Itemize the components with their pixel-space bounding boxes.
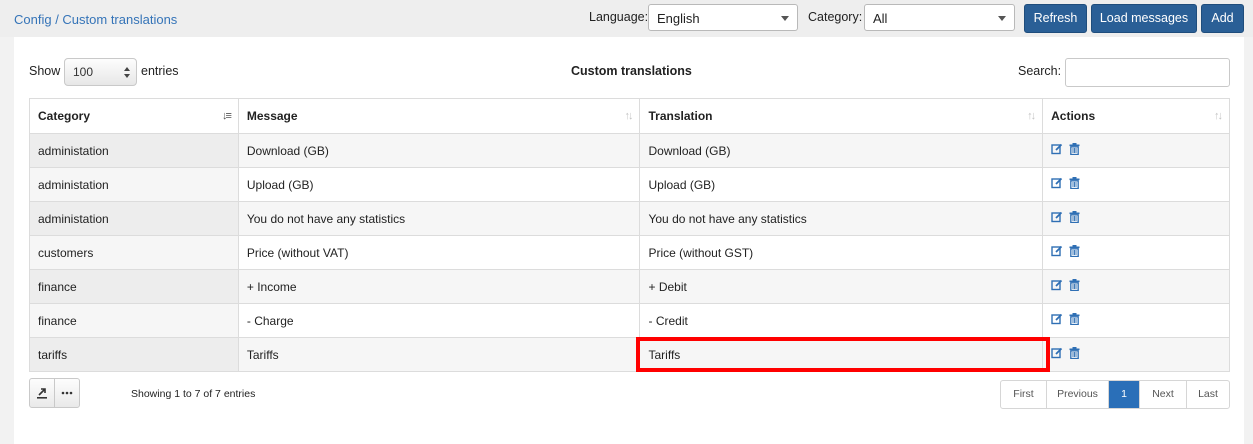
edit-icon[interactable]	[1051, 347, 1063, 362]
cell-category: administation	[29, 201, 239, 236]
language-select[interactable]: English	[648, 4, 798, 31]
page-length-select[interactable]: 100	[64, 58, 137, 86]
column-header-actions[interactable]: Actions ↑↓	[1042, 98, 1230, 134]
cell-category: administation	[29, 167, 239, 202]
page-first-button[interactable]: First	[1001, 381, 1046, 408]
more-button[interactable]	[54, 379, 79, 407]
trash-icon[interactable]	[1069, 245, 1080, 260]
page-1-button[interactable]: 1	[1108, 381, 1139, 408]
table-row: customers Price (without VAT) Price (witho…	[29, 235, 1230, 270]
chevron-down-icon	[998, 16, 1006, 21]
more-icon	[61, 391, 73, 395]
cell-category: administation	[29, 133, 239, 168]
page-previous-button[interactable]: Previous	[1046, 381, 1108, 408]
edit-icon[interactable]	[1051, 177, 1063, 192]
table-row: finance - Charge - Credit	[29, 303, 1230, 338]
table-title: Custom translations	[571, 64, 692, 78]
translations-panel: Show 100 entries Custom translations Sea…	[14, 37, 1244, 444]
cell-category: tariffs	[29, 337, 239, 372]
table-info: Showing 1 to 7 of 7 entries	[131, 388, 256, 400]
column-header-category[interactable]: Category ↓≡	[29, 98, 239, 134]
cell-category: finance	[29, 269, 239, 304]
edit-icon[interactable]	[1051, 245, 1063, 260]
category-select-value: All	[873, 11, 888, 26]
cell-category: finance	[29, 303, 239, 338]
chevron-down-icon	[781, 16, 789, 21]
sort-icon: ↑↓	[624, 110, 633, 122]
table-row: administation Upload (GB) Upload (GB)	[29, 167, 1230, 202]
cell-message: Download (GB)	[237, 133, 641, 168]
table-tools	[29, 378, 80, 408]
trash-icon[interactable]	[1069, 313, 1080, 328]
trash-icon[interactable]	[1069, 143, 1080, 158]
column-header-label: Message	[246, 109, 298, 123]
cell-actions	[1042, 167, 1230, 202]
table-row: administation You do not have any statist…	[29, 201, 1230, 236]
cell-message: - Charge	[237, 303, 641, 338]
trash-icon[interactable]	[1069, 347, 1080, 362]
cell-actions	[1042, 337, 1230, 372]
top-bar: Config / Custom translations Language: E…	[0, 0, 1253, 37]
export-icon	[37, 388, 48, 399]
edit-icon[interactable]	[1051, 279, 1063, 294]
cell-actions	[1042, 133, 1230, 168]
search-input[interactable]	[1065, 58, 1230, 87]
column-header-label: Translation	[648, 109, 713, 123]
page-length-value: 100	[73, 65, 94, 79]
table-header-row: Category ↓≡ Message ↑↓ Translation ↑↓ Ac…	[29, 98, 1230, 134]
cell-translation[interactable]: + Debit	[639, 269, 1044, 304]
cell-category: customers	[29, 235, 239, 270]
trash-icon[interactable]	[1069, 211, 1080, 226]
trash-icon[interactable]	[1069, 279, 1080, 294]
pagination: First Previous 1 Next Last	[1000, 380, 1230, 409]
translations-table: Category ↓≡ Message ↑↓ Translation ↑↓ Ac…	[29, 98, 1230, 372]
trash-icon[interactable]	[1069, 177, 1080, 192]
cell-actions	[1042, 201, 1230, 236]
entries-label: entries	[141, 64, 179, 78]
cell-translation[interactable]: Download (GB)	[639, 133, 1044, 168]
cell-translation[interactable]: Upload (GB)	[639, 167, 1044, 202]
category-label: Category:	[808, 10, 863, 24]
edit-icon[interactable]	[1051, 313, 1063, 328]
column-header-translation[interactable]: Translation ↑↓	[639, 98, 1044, 134]
cell-actions	[1042, 235, 1230, 270]
table-row: administation Download (GB) Download (GB)	[29, 133, 1230, 168]
page-last-button[interactable]: Last	[1186, 381, 1229, 408]
spin-down-icon	[124, 74, 130, 78]
breadcrumb[interactable]: Config / Custom translations	[14, 12, 177, 27]
search-label: Search:	[1018, 64, 1062, 78]
cell-message: Upload (GB)	[237, 167, 641, 202]
refresh-button[interactable]: Refresh	[1024, 4, 1087, 33]
show-label: Show	[29, 64, 61, 78]
column-header-message[interactable]: Message ↑↓	[237, 98, 641, 134]
spin-up-icon	[124, 67, 130, 71]
cell-message: You do not have any statistics	[237, 201, 641, 236]
add-button[interactable]: Add	[1201, 4, 1244, 33]
cell-actions	[1042, 269, 1230, 304]
cell-message: + Income	[237, 269, 641, 304]
edit-icon[interactable]	[1051, 211, 1063, 226]
language-label: Language:	[589, 10, 649, 24]
load-messages-button[interactable]: Load messages	[1091, 4, 1197, 33]
category-select[interactable]: All	[864, 4, 1015, 31]
export-button[interactable]	[30, 379, 54, 407]
table-body: administation Download (GB) Download (GB) a…	[29, 133, 1230, 372]
cell-message: Price (without VAT)	[237, 235, 641, 270]
sort-ascending-icon: ↓≡	[221, 110, 232, 122]
page-next-button[interactable]: Next	[1139, 381, 1186, 408]
edit-icon[interactable]	[1051, 143, 1063, 158]
column-header-label: Actions	[1051, 109, 1096, 123]
sort-icon: ↑↓	[1214, 110, 1223, 122]
cell-translation[interactable]: Price (without GST)	[639, 235, 1044, 270]
table-row: finance + Income + Debit	[29, 269, 1230, 304]
cell-message: Tariffs	[237, 337, 641, 372]
column-header-label: Category	[38, 109, 91, 123]
cell-translation[interactable]: - Credit	[639, 303, 1044, 338]
cell-actions	[1042, 303, 1230, 338]
cell-translation[interactable]: You do not have any statistics	[639, 201, 1044, 236]
language-select-value: English	[657, 11, 700, 26]
sort-icon: ↑↓	[1027, 110, 1036, 122]
highlight-box	[636, 337, 1050, 372]
